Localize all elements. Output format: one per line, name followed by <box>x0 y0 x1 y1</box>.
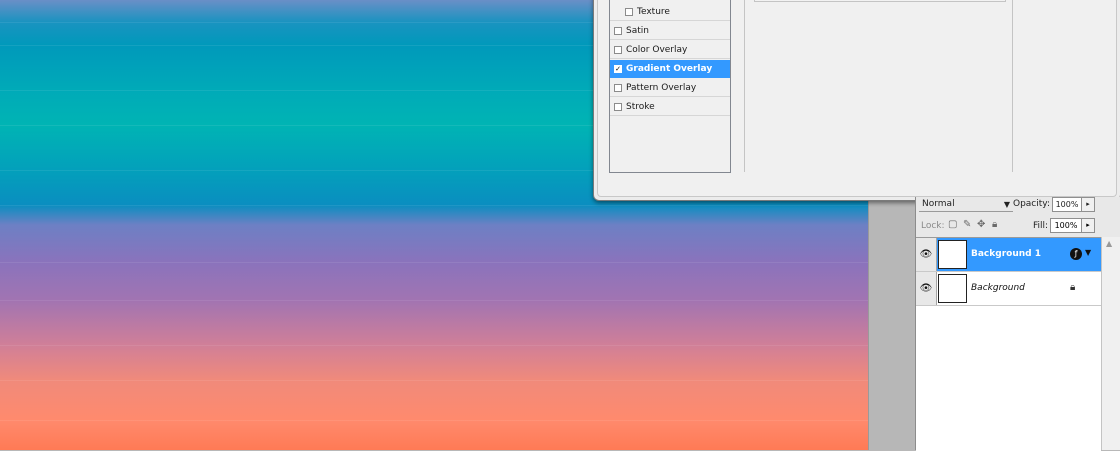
stroke-checkbox[interactable] <box>614 102 622 111</box>
satin-checkbox[interactable] <box>614 26 622 35</box>
styles-list: Texture Satin Color Overlay ✓ Gradient O… <box>609 0 731 173</box>
gradient-settings-group <box>754 0 1006 2</box>
color-overlay-checkbox[interactable] <box>614 45 622 54</box>
gradient-band <box>0 262 868 263</box>
layers-scrollbar[interactable]: ▲ <box>1101 237 1120 450</box>
pattern-overlay-checkbox[interactable] <box>614 83 622 92</box>
style-item-label: Satin <box>626 25 649 36</box>
gradient-band <box>0 205 868 206</box>
gradient-band <box>0 420 868 421</box>
style-item-label: Pattern Overlay <box>626 82 697 93</box>
gradient-band <box>0 380 868 381</box>
settings-panel-divider <box>744 0 745 172</box>
texture-checkbox[interactable] <box>625 7 633 16</box>
lock-label: Lock: <box>921 221 945 231</box>
fill-slider-button[interactable]: ▸ <box>1081 218 1095 233</box>
layer-row-background-1[interactable]: 👁︎ Background 1 ƒ ▼ <box>916 238 1101 272</box>
lock-transparent-icon[interactable]: ▢ <box>948 220 957 230</box>
layer-thumbnail <box>938 274 967 303</box>
style-item-label: Texture <box>637 6 670 17</box>
style-item-color-overlay[interactable]: Color Overlay <box>610 41 730 59</box>
style-item-label: Color Overlay <box>626 44 688 55</box>
layer-thumbnail <box>938 240 967 269</box>
layer-list: 👁︎ Background 1 ƒ ▼ 👁︎ Background 🔒︎ <box>916 237 1101 451</box>
eye-icon[interactable]: 👁︎ <box>916 238 937 271</box>
lock-fill-row: Lock: ▢ ✎ ✥ 🔒︎ Fill: 100% ▸ <box>916 216 1120 236</box>
gradient-overlay-checkbox[interactable]: ✓ <box>614 64 622 73</box>
style-item-gradient-overlay[interactable]: ✓ Gradient Overlay <box>610 60 730 78</box>
style-item-label: Stroke <box>626 101 655 112</box>
gradient-band <box>0 300 868 301</box>
opacity-label: Opacity: <box>1013 199 1050 209</box>
opacity-input[interactable]: 100% <box>1052 197 1082 212</box>
style-item-satin[interactable]: Satin <box>610 22 730 40</box>
lock-all-padlock-icon[interactable]: 🔒︎ <box>992 220 997 230</box>
lock-image-brush-icon[interactable]: ✎ <box>963 220 971 230</box>
style-item-label: Gradient Overlay <box>626 63 713 74</box>
eye-icon[interactable]: 👁︎ <box>916 272 937 305</box>
lock-position-move-icon[interactable]: ✥ <box>977 220 985 230</box>
style-item-texture[interactable]: Texture <box>610 3 730 21</box>
blend-mode-value: Normal <box>922 199 955 209</box>
layer-name[interactable]: Background <box>971 283 1025 293</box>
style-item-pattern-overlay[interactable]: Pattern Overlay <box>610 79 730 97</box>
layers-panel: Normal ▼ Opacity: 100% ▸ Lock: ▢ ✎ ✥ 🔒︎ … <box>915 197 1120 451</box>
chevron-down-icon: ▼ <box>1003 200 1010 209</box>
layer-name[interactable]: Background 1 <box>971 249 1041 259</box>
buttons-panel-divider <box>1012 0 1013 172</box>
layer-row-background[interactable]: 👁︎ Background 🔒︎ <box>916 272 1101 306</box>
chevron-up-icon[interactable]: ▲ <box>1106 239 1112 248</box>
padlock-icon: 🔒︎ <box>1070 282 1076 293</box>
gradient-band <box>0 345 868 346</box>
chevron-down-icon[interactable]: ▼ <box>1085 248 1091 257</box>
layer-effects-icon[interactable]: ƒ <box>1070 248 1082 260</box>
blend-mode-select[interactable]: Normal ▼ <box>919 198 1013 212</box>
blend-opacity-row: Normal ▼ Opacity: 100% ▸ <box>916 197 1120 215</box>
layer-style-dialog: Texture Satin Color Overlay ✓ Gradient O… <box>593 0 1120 201</box>
opacity-slider-button[interactable]: ▸ <box>1081 197 1095 212</box>
style-item-stroke[interactable]: Stroke <box>610 98 730 116</box>
fill-input[interactable]: 100% <box>1050 218 1082 233</box>
fill-label: Fill: <box>1033 221 1049 231</box>
